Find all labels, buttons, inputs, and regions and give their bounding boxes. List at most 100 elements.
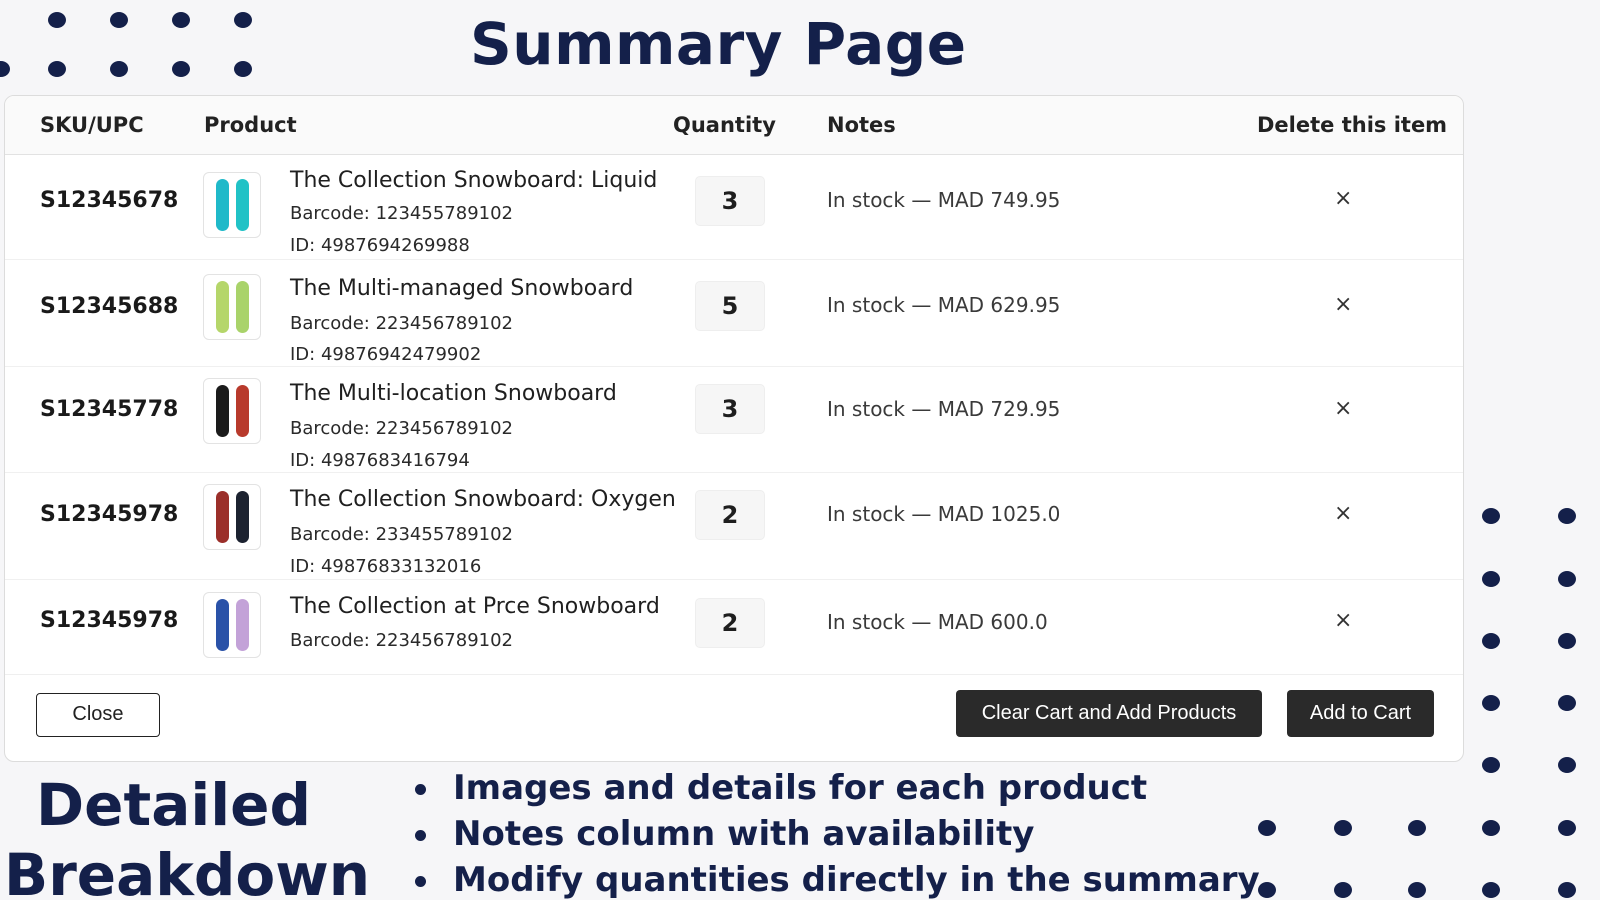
decorative-dot [1482,508,1500,524]
decorative-dot [1482,757,1500,773]
snowboard-image [236,491,249,543]
summary-modal: SKU/UPC Product Quantity Notes Delete th… [4,95,1464,762]
breakdown-heading-line: Breakdown [4,841,371,900]
product-barcode: Barcode: 123455789102 [290,203,514,224]
column-header-sku: SKU/UPC [40,113,144,137]
snowboard-image [236,281,249,333]
feature-list: Images and details for each product Note… [405,765,1260,900]
product-name: The Multi-managed Snowboard [290,276,634,301]
availability-note: In stock — MAD 729.95 [827,397,1061,421]
page-title: Summary Page [470,10,967,78]
snowboard-image [216,179,229,231]
product-thumbnail [203,378,261,444]
snowboard-image [216,385,229,437]
table-row: S12345688 The Multi-managed Snowboard Ba… [5,260,1463,367]
product-thumbnail [203,172,261,238]
decorative-dot [1558,695,1576,711]
delete-item-icon[interactable]: × [1334,292,1352,317]
decorative-dot [1408,882,1426,898]
availability-note: In stock — MAD 1025.0 [827,502,1061,526]
clear-cart-and-add-button[interactable]: Clear Cart and Add Products [956,690,1262,737]
availability-note: In stock — MAD 629.95 [827,293,1061,317]
decorative-dot [1334,882,1352,898]
product-id: ID: 4987694269988 [290,235,470,256]
table-row: S12345978 The Collection at Prce Snowboa… [5,580,1463,674]
snowboard-image [236,179,249,231]
quantity-input[interactable]: 5 [695,281,765,331]
product-id: ID: 4987683416794 [290,450,470,471]
delete-item-icon[interactable]: × [1334,396,1352,421]
decorative-dot [1258,882,1276,898]
table-row: S12345778 The Multi-location Snowboard B… [5,367,1463,473]
decorative-dot [172,12,190,28]
breakdown-heading-line: Detailed [36,771,311,839]
delete-item-icon[interactable]: × [1334,608,1352,633]
snowboard-image [236,599,249,651]
snowboard-image [216,599,229,651]
product-barcode: Barcode: 223456789102 [290,418,514,439]
decorative-dot [1258,820,1276,836]
snowboard-image [236,385,249,437]
decorative-dot [1558,882,1576,898]
sku-cell: S12345688 [40,294,179,319]
availability-note: In stock — MAD 600.0 [827,610,1048,634]
product-thumbnail [203,592,261,658]
decorative-dot [234,61,252,77]
decorative-dot [1482,633,1500,649]
breakdown-heading: Detailed Breakdown [4,770,370,900]
product-thumbnail [203,484,261,550]
decorative-dot [110,61,128,77]
decorative-dot [1482,571,1500,587]
column-header-notes: Notes [827,113,896,137]
decorative-dot [1334,820,1352,836]
product-barcode: Barcode: 223456789102 [290,630,514,651]
decorative-dot [1482,882,1500,898]
sku-cell: S12345678 [40,188,179,213]
decorative-dot [172,61,190,77]
decorative-dot [1482,820,1500,836]
decorative-dot [0,61,10,77]
feature-item: Modify quantities directly in the summar… [405,857,1260,900]
decorative-dot [1558,820,1576,836]
decorative-dot [1558,508,1576,524]
product-barcode: Barcode: 233455789102 [290,524,514,545]
decorative-dot [1558,633,1576,649]
quantity-input[interactable]: 2 [695,490,765,540]
decorative-dot [48,61,66,77]
feature-item: Images and details for each product [405,765,1260,811]
decorative-dot [1558,757,1576,773]
quantity-input[interactable]: 3 [695,176,765,226]
product-barcode: Barcode: 223456789102 [290,313,514,334]
column-header-quantity: Quantity [673,113,776,137]
decorative-dot [110,12,128,28]
quantity-input[interactable]: 3 [695,384,765,434]
sku-cell: S12345978 [40,502,179,527]
product-name: The Collection Snowboard: Oxygen [290,487,676,512]
decorative-dot [1408,820,1426,836]
delete-item-icon[interactable]: × [1334,186,1352,211]
add-to-cart-button[interactable]: Add to Cart [1287,690,1434,737]
decorative-dot [234,12,252,28]
sku-cell: S12345778 [40,397,179,422]
quantity-input[interactable]: 2 [695,598,765,648]
delete-item-icon[interactable]: × [1334,501,1352,526]
column-header-product: Product [204,113,297,137]
snowboard-image [216,281,229,333]
product-id: ID: 49876833132016 [290,556,482,577]
decorative-dot [1482,695,1500,711]
column-header-delete: Delete this item [1257,113,1448,137]
snowboard-image [216,491,229,543]
product-thumbnail [203,274,261,340]
product-id: ID: 49876942479902 [290,344,482,365]
table-header: SKU/UPC Product Quantity Notes Delete th… [5,96,1463,155]
decorative-dot [48,12,66,28]
close-button[interactable]: Close [36,693,160,737]
product-name: The Collection Snowboard: Liquid [290,168,658,193]
table-row: S12345678 The Collection Snowboard: Liqu… [5,156,1463,260]
modal-footer: Close Clear Cart and Add Products Add to… [5,674,1463,761]
product-name: The Collection at Prce Snowboard [290,594,660,619]
table-row: S12345978 The Collection Snowboard: Oxyg… [5,473,1463,580]
availability-note: In stock — MAD 749.95 [827,188,1061,212]
product-name: The Multi-location Snowboard [290,381,617,406]
sku-cell: S12345978 [40,608,179,633]
